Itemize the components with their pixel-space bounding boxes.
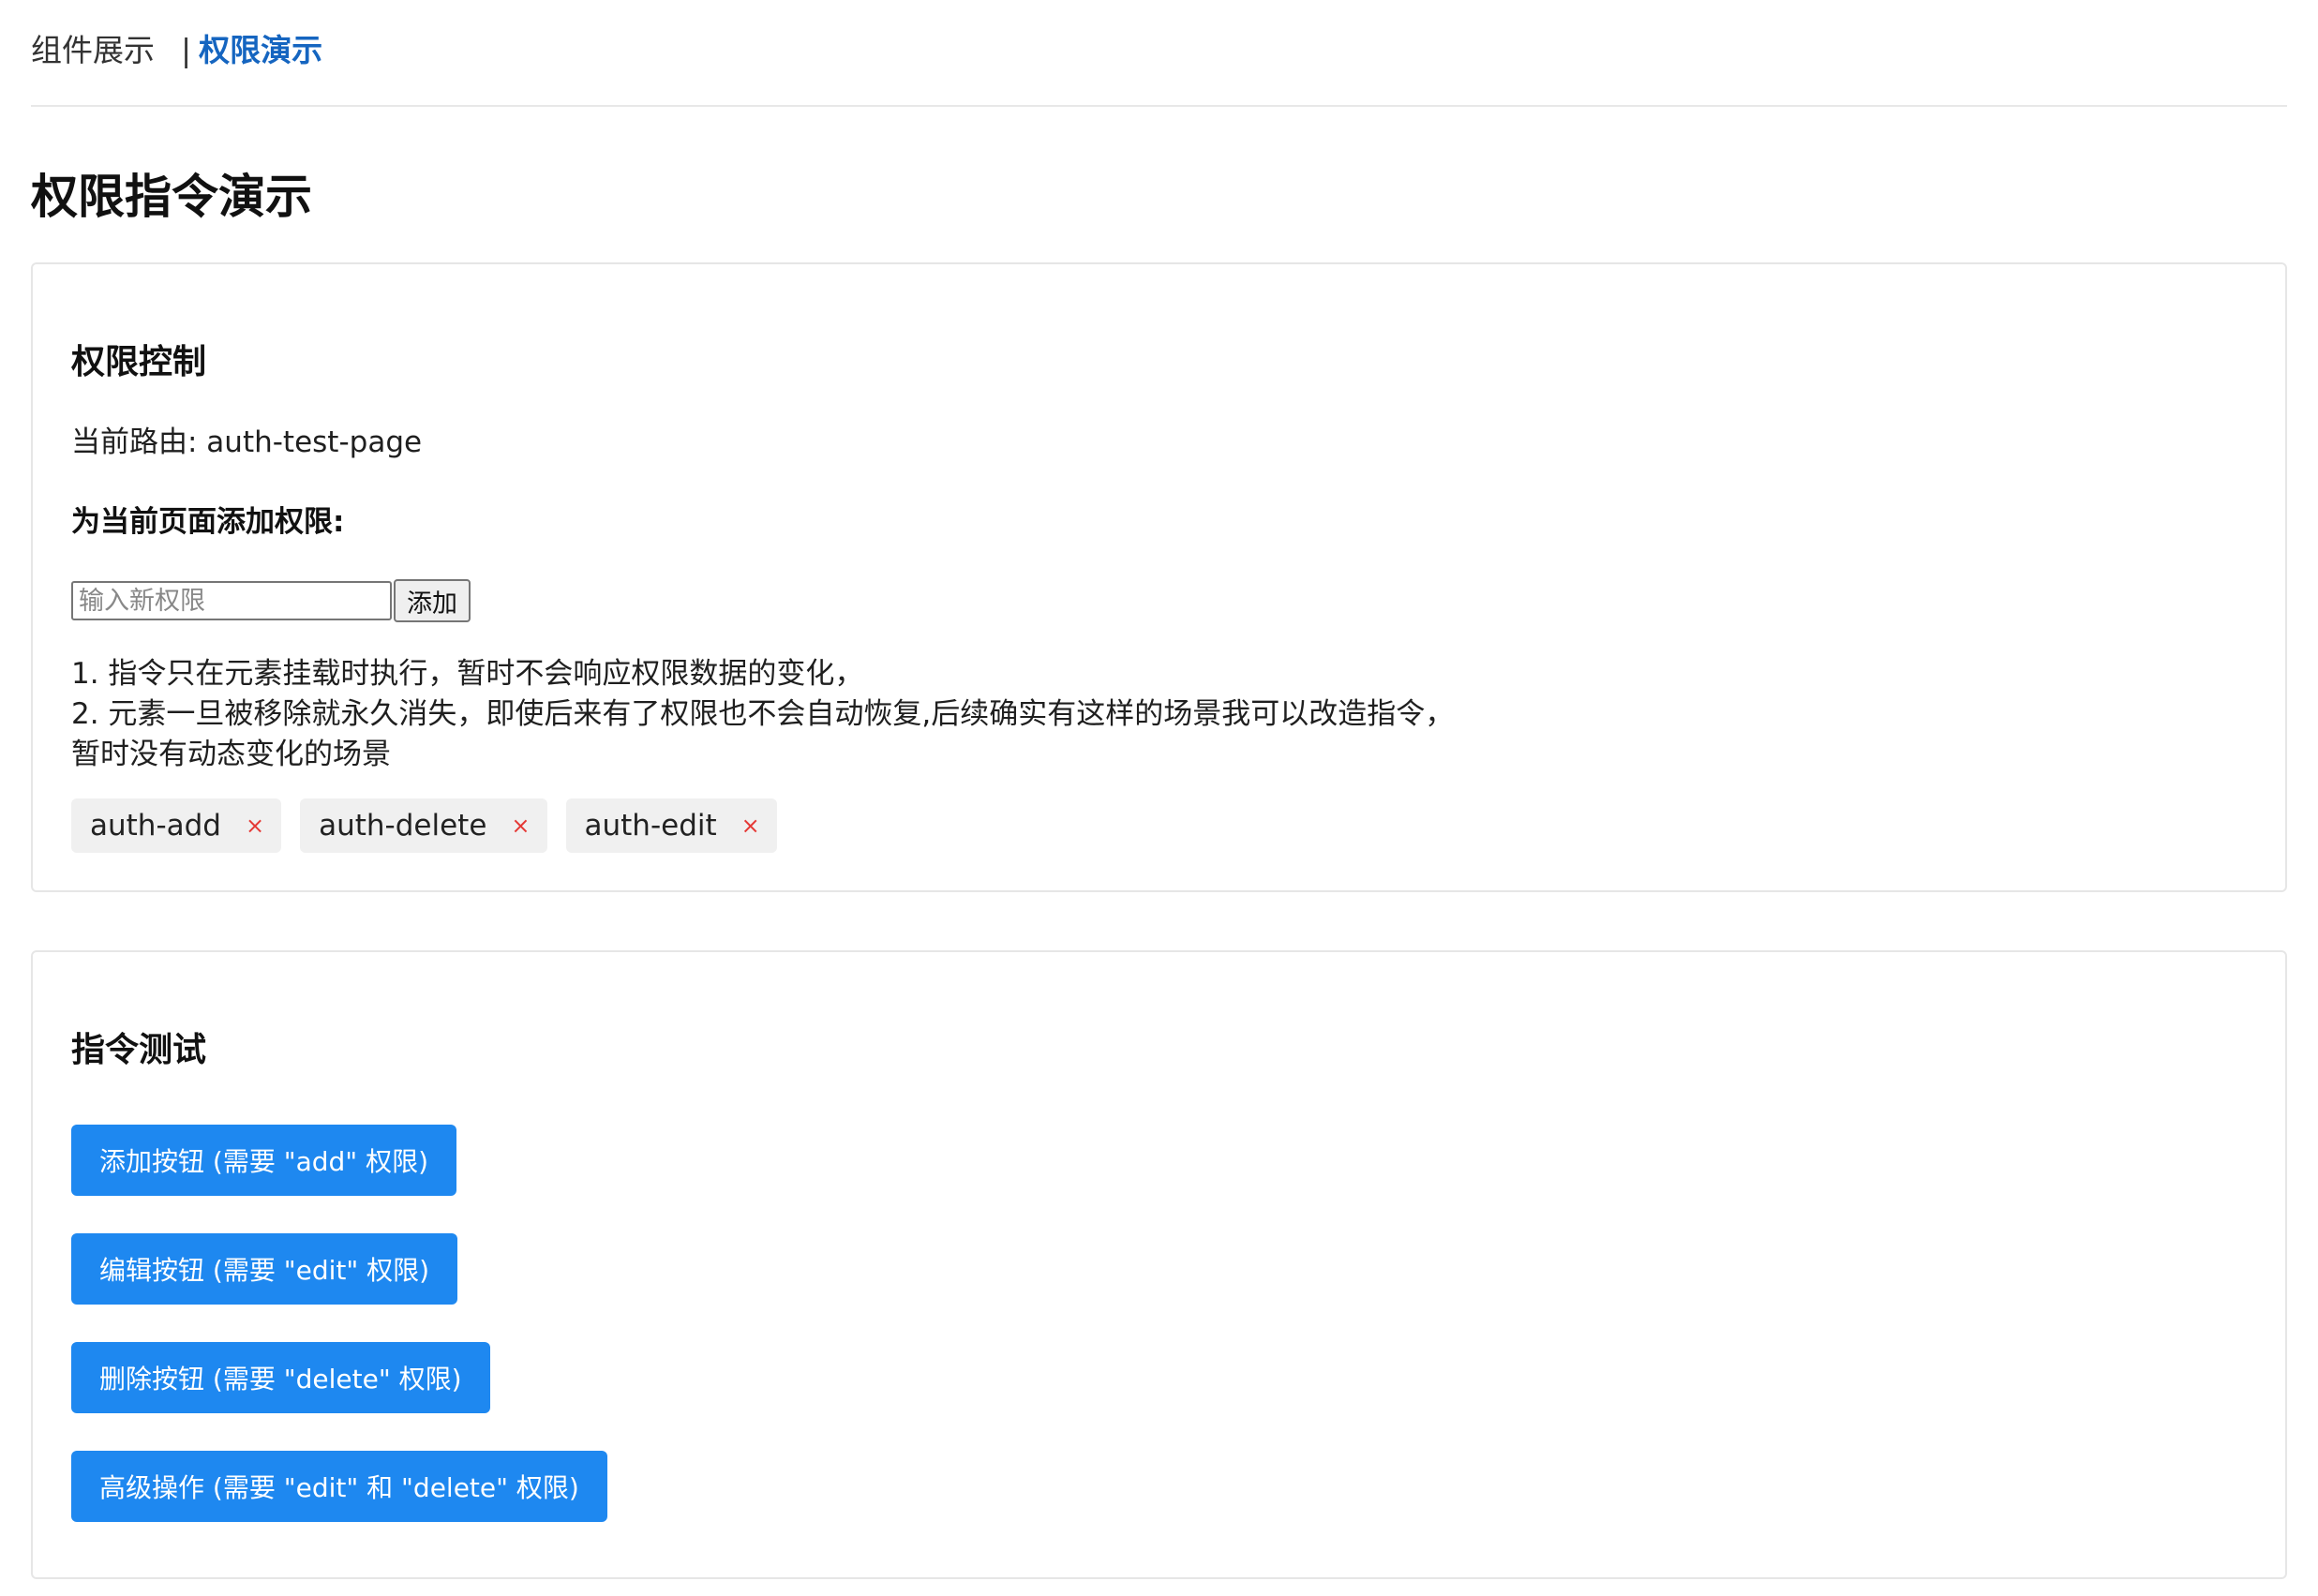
page-title: 权限指令演示 <box>31 170 312 224</box>
permission-tag-label: auth-add <box>90 809 221 843</box>
advanced-action-button[interactable]: 高级操作 (需要 "edit" 和 "delete" 权限) <box>71 1451 607 1522</box>
page: 组件展示 | 权限演示 权限指令演示 权限控制 当前路由: auth-test-… <box>0 0 2318 1596</box>
add-button[interactable]: 添加按钮 (需要 "add" 权限) <box>71 1125 457 1196</box>
permission-tag: auth-delete × <box>300 798 547 853</box>
card-title-directive-test: 指令测试 <box>71 1031 207 1069</box>
close-icon[interactable]: × <box>741 813 760 839</box>
add-permission-row: 添加 <box>71 579 471 622</box>
note-line: 2. 元素一旦被移除就永久消失，即使后来有了权限也不会自动恢复,后续确实有这样的… <box>71 697 1455 731</box>
permission-control-card: 权限控制 当前路由: auth-test-page 为当前页面添加权限: 添加 … <box>31 262 2287 892</box>
notes: 1. 指令只在元素挂载时执行，暂时不会响应权限数据的变化， 2. 元素一旦被移除… <box>71 654 1454 775</box>
close-icon[interactable]: × <box>511 813 530 839</box>
card-title-permission-control: 权限控制 <box>71 343 207 381</box>
permission-tag-label: auth-edit <box>584 809 717 843</box>
current-route: 当前路由: auth-test-page <box>71 425 423 459</box>
nav-item-components[interactable]: 组件展示 <box>31 21 155 81</box>
permission-tags: auth-add × auth-delete × auth-edit × <box>71 798 777 853</box>
permission-tag-label: auth-delete <box>319 809 487 843</box>
new-permission-input[interactable] <box>71 581 392 620</box>
top-nav: 组件展示 | 权限演示 <box>31 21 2287 107</box>
permission-tag: auth-add × <box>71 798 282 853</box>
close-icon[interactable]: × <box>246 813 264 839</box>
nav-separator: | <box>181 32 192 68</box>
directive-test-card: 指令测试 添加按钮 (需要 "add" 权限) 编辑按钮 (需要 "edit" … <box>31 950 2287 1579</box>
edit-button[interactable]: 编辑按钮 (需要 "edit" 权限) <box>71 1233 458 1305</box>
note-line: 1. 指令只在元素挂载时执行，暂时不会响应权限数据的变化， <box>71 657 864 691</box>
nav-item-permission-demo[interactable]: 权限演示 <box>199 21 322 81</box>
add-permission-title: 为当前页面添加权限: <box>71 505 345 539</box>
delete-button[interactable]: 删除按钮 (需要 "delete" 权限) <box>71 1342 490 1413</box>
note-line: 暂时没有动态变化的场景 <box>71 738 391 771</box>
add-permission-button[interactable]: 添加 <box>394 579 471 622</box>
permission-tag: auth-edit × <box>565 798 777 853</box>
test-buttons: 添加按钮 (需要 "add" 权限) 编辑按钮 (需要 "edit" 权限) 删… <box>71 1125 607 1522</box>
